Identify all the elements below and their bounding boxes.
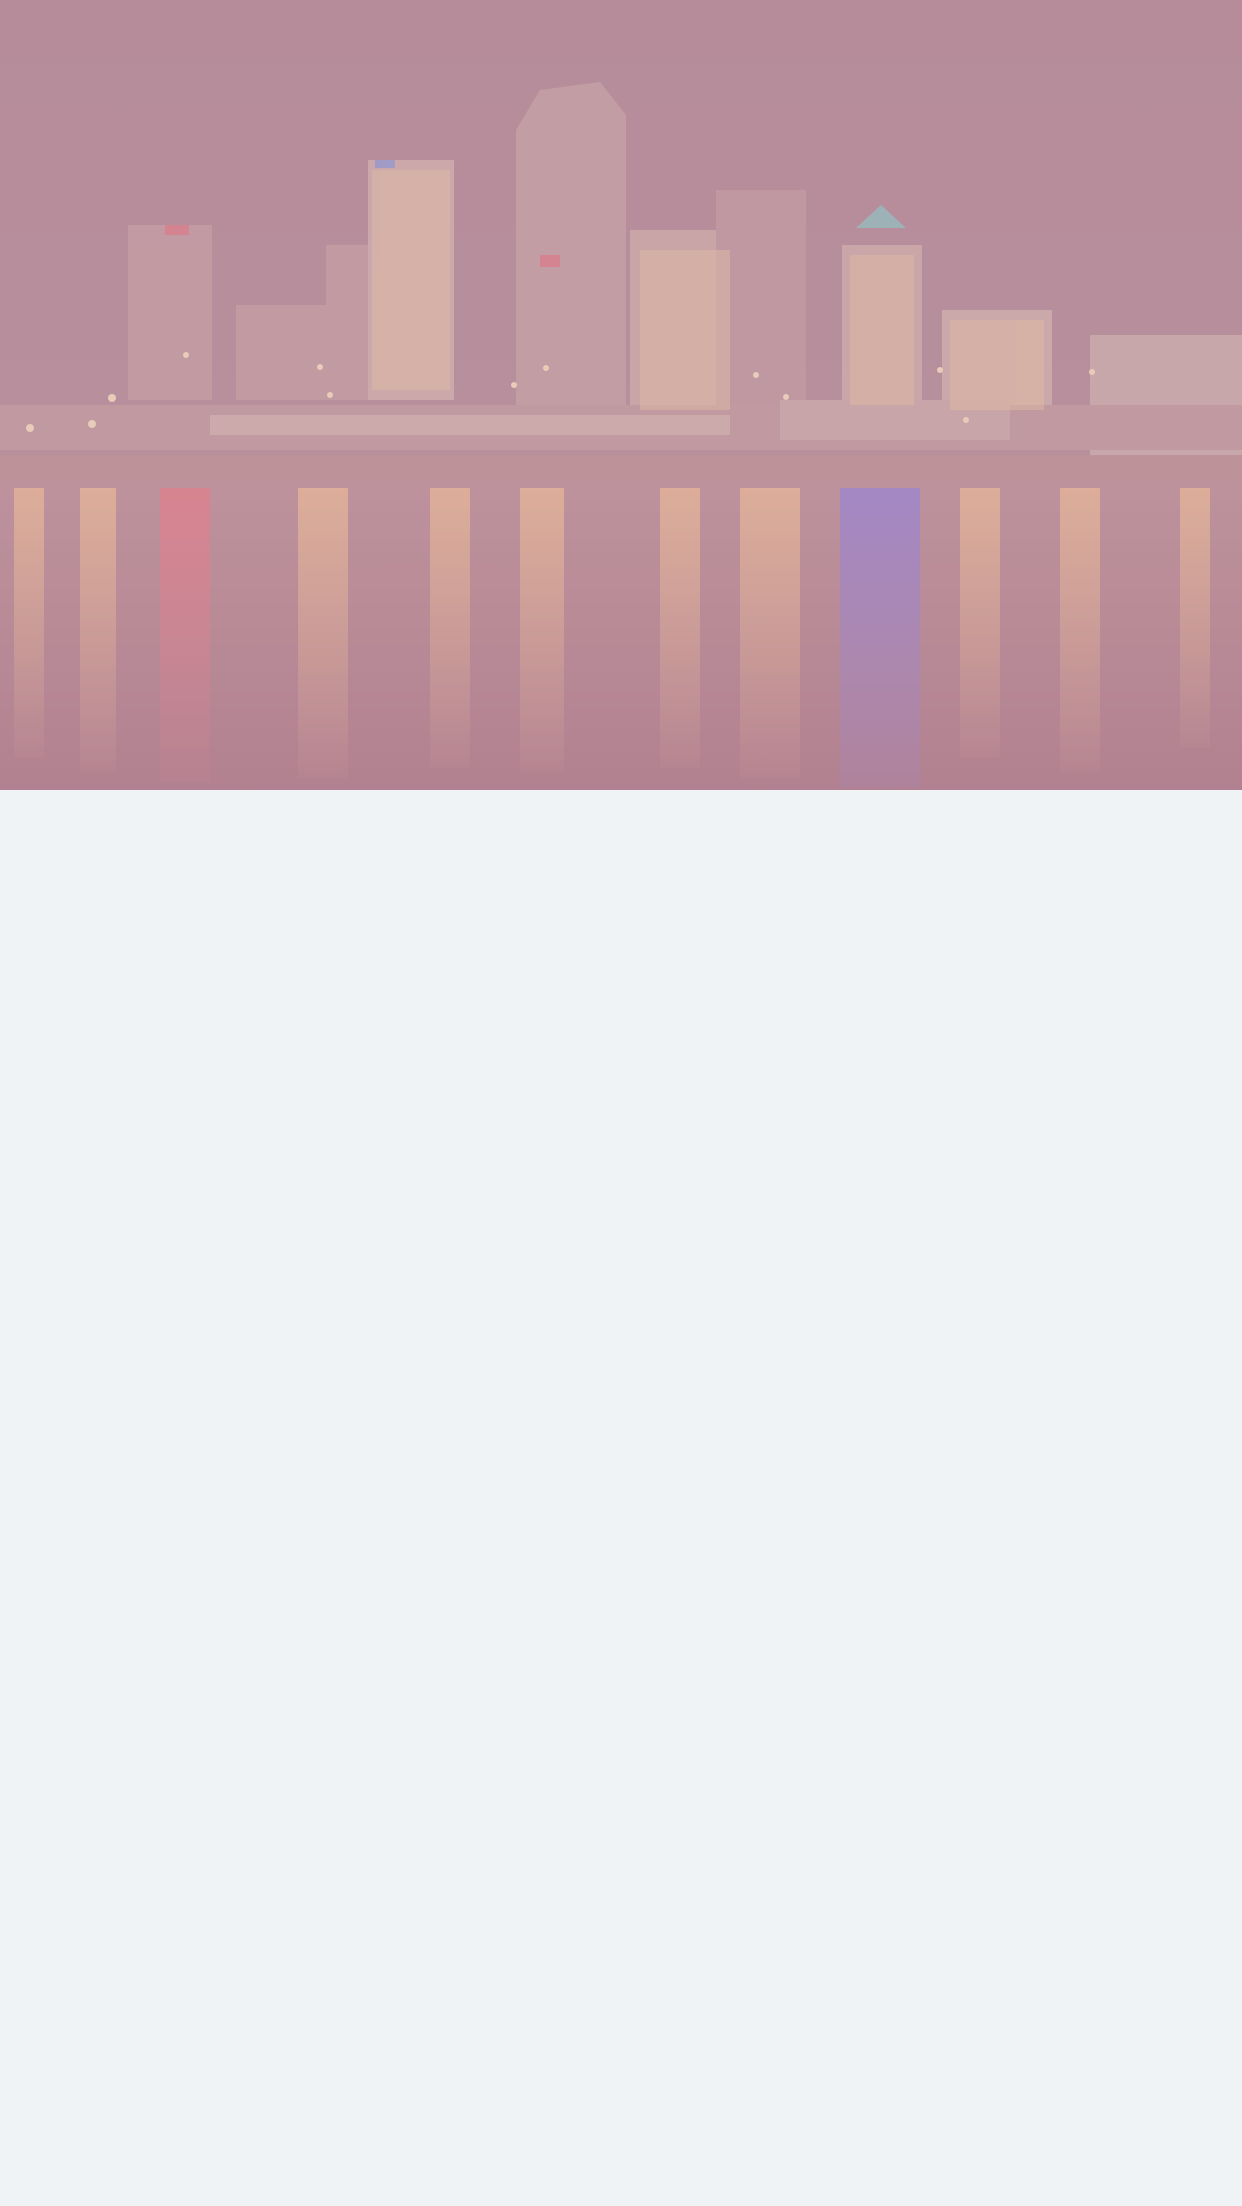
hero-banner-image xyxy=(0,0,1242,790)
city-skyline-illustration xyxy=(0,0,1242,790)
screen xyxy=(0,0,1242,2206)
empty-content-area xyxy=(0,790,1242,2206)
